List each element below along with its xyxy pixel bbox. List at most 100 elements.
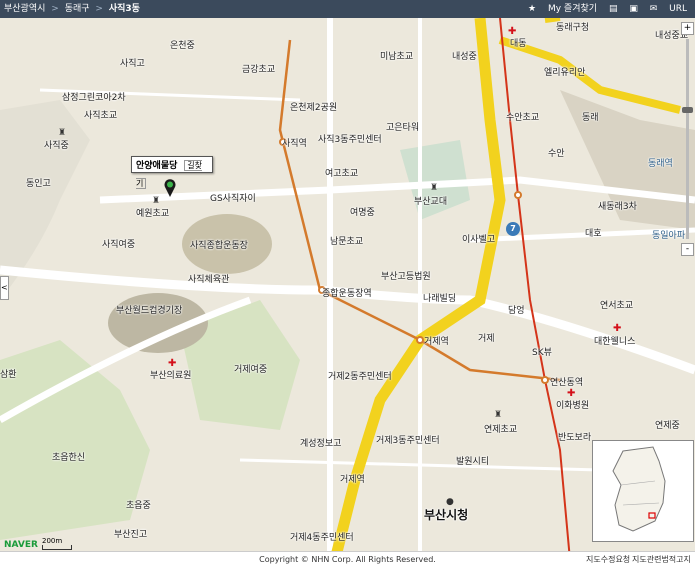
map-label: 동래구청: [556, 23, 590, 33]
poi-name: 안양애물당: [136, 161, 178, 171]
mail-icon[interactable]: ✉: [650, 4, 658, 14]
map-label: 초읍중: [126, 501, 151, 511]
map-label: 발원시티: [456, 457, 490, 467]
school-icon: ♜: [494, 410, 503, 420]
map-label: 거제4동주민센터: [290, 533, 354, 543]
map-label: 이화병원: [556, 401, 590, 411]
legal-notice-link[interactable]: 지도관련법적고지: [632, 552, 691, 567]
map-label: 고은타워: [386, 123, 420, 133]
map-label: SK뷰: [532, 348, 552, 358]
map-label: 사직체육관: [188, 275, 230, 285]
breadcrumb-current[interactable]: 사직3동: [109, 4, 140, 14]
map-label: 이사벨고: [462, 235, 496, 245]
school-icon: ♜: [58, 128, 67, 138]
map-label: 내성중: [452, 52, 477, 62]
zoom-slider[interactable]: [682, 39, 693, 239]
map-label: 거제: [478, 334, 495, 344]
cityhall-icon: ●: [446, 497, 454, 507]
map-label: 수안초교: [506, 113, 540, 123]
breadcrumb-district[interactable]: 동래구: [65, 4, 90, 14]
map-label: 담엉: [508, 306, 525, 316]
highway-shield-icon: 7: [506, 222, 520, 236]
favorites-button[interactable]: My 즐겨찾기: [548, 4, 597, 14]
overview-map[interactable]: [592, 440, 694, 542]
map-label: 사직역: [282, 139, 307, 149]
map-label: 금강초교: [242, 65, 276, 75]
zoom-in-button[interactable]: +: [681, 22, 694, 35]
map-label: 거제2동주민센터: [328, 372, 392, 382]
map-label: 엘리유리안: [544, 68, 586, 78]
map-label: GS사직자이: [210, 194, 256, 204]
map-label: 종합운동장역: [322, 289, 372, 299]
map-label: 삼환: [0, 370, 17, 380]
map-label: 부산월드컵경기장: [116, 306, 183, 316]
korea-outline-icon: [612, 446, 666, 532]
map-label: 사직초교: [84, 111, 118, 121]
map-label: 거제여중: [234, 365, 268, 375]
scale-label: 200m: [42, 537, 63, 545]
map-label: 수안: [548, 149, 565, 159]
map-label-major: 부산시청: [424, 508, 469, 522]
map-canvas[interactable]: 부산광역시 > 동래구 > 사직3동 ★ My 즐겨찾기 ▤ ▣ ✉ URL 온…: [0, 0, 695, 567]
map-label: 여명중: [350, 208, 375, 218]
map-label: 거제3동주민센터: [376, 436, 440, 446]
star-icon[interactable]: ★: [528, 4, 536, 14]
bottom-bar: Copyright © NHN Corp. All Rights Reserve…: [0, 551, 695, 567]
zoom-thumb[interactable]: [682, 107, 693, 113]
hospital-icon: ✚: [508, 26, 517, 37]
map-label: 사직중: [44, 141, 69, 151]
panel-toggle-button[interactable]: <: [0, 276, 9, 300]
map-label-station: 동래역: [648, 159, 673, 169]
zoom-control: + -: [681, 22, 694, 267]
map-label: 연제초교: [484, 425, 518, 435]
map-label: 온천제2공원: [290, 103, 338, 113]
map-label: 사직고: [120, 59, 145, 69]
map-label: 초읍한신: [52, 453, 86, 463]
map-label: 사직종합운동장: [190, 241, 248, 251]
school-icon: ♜: [152, 196, 161, 206]
map-label: 새동래3차: [598, 202, 637, 212]
map-label: 연서초교: [600, 301, 634, 311]
map-label: 나래빌딩: [423, 294, 457, 304]
save-icon[interactable]: ▣: [629, 4, 638, 14]
map-label: 부산진고: [114, 530, 148, 540]
school-icon: ♜: [430, 183, 439, 193]
scale-bar: 200m: [42, 537, 72, 550]
map-label: 부산교대: [414, 197, 448, 207]
hospital-icon: ✚: [168, 358, 177, 369]
map-label: 대한웰니스: [594, 337, 636, 347]
map-label: 동인고: [26, 179, 51, 189]
map-label: 거제역: [424, 337, 449, 347]
url-button[interactable]: URL: [669, 4, 687, 14]
zoom-out-button[interactable]: -: [681, 243, 694, 256]
map-label: 온천중: [170, 41, 195, 51]
map-label: 예원초교: [136, 209, 170, 219]
map-label: 대동: [510, 39, 527, 49]
hospital-icon: ✚: [613, 323, 622, 334]
map-label: 삼정그린코아2차: [62, 93, 126, 103]
hospital-icon: ✚: [567, 388, 576, 399]
map-label: 미남초교: [380, 52, 414, 62]
map-label: 사직3동주민센터: [318, 135, 382, 145]
map-label: 부산의료원: [150, 371, 192, 381]
map-label: 여고초교: [325, 169, 359, 179]
toolbar: ★ My 즐겨찾기 ▤ ▣ ✉ URL: [519, 0, 687, 18]
location-pin-icon[interactable]: [163, 178, 177, 198]
print-icon[interactable]: ▤: [609, 4, 618, 14]
map-label: 부산고등법원: [381, 272, 431, 282]
naver-logo: NAVER: [4, 540, 38, 550]
map-correction-link[interactable]: 지도수정요청: [586, 552, 630, 567]
poi-popup[interactable]: 안양애물당 길찾기: [131, 156, 213, 189]
breadcrumb: 부산광역시 > 동래구 > 사직3동: [4, 0, 143, 18]
map-label: 연산동역: [550, 378, 584, 388]
map-label: 연제중: [655, 421, 680, 431]
map-label: 거제역: [340, 475, 365, 485]
breadcrumb-city[interactable]: 부산광역시: [4, 4, 45, 14]
top-bar: 부산광역시 > 동래구 > 사직3동 ★ My 즐겨찾기 ▤ ▣ ✉ URL: [0, 0, 695, 18]
breadcrumb-separator: >: [95, 4, 103, 14]
map-label: 사직여중: [102, 240, 136, 250]
map-label: 반도보라: [558, 433, 592, 443]
map-label: 계성정보고: [300, 439, 342, 449]
map-label: 남문초교: [330, 237, 364, 247]
map-label: 동래: [582, 113, 599, 123]
